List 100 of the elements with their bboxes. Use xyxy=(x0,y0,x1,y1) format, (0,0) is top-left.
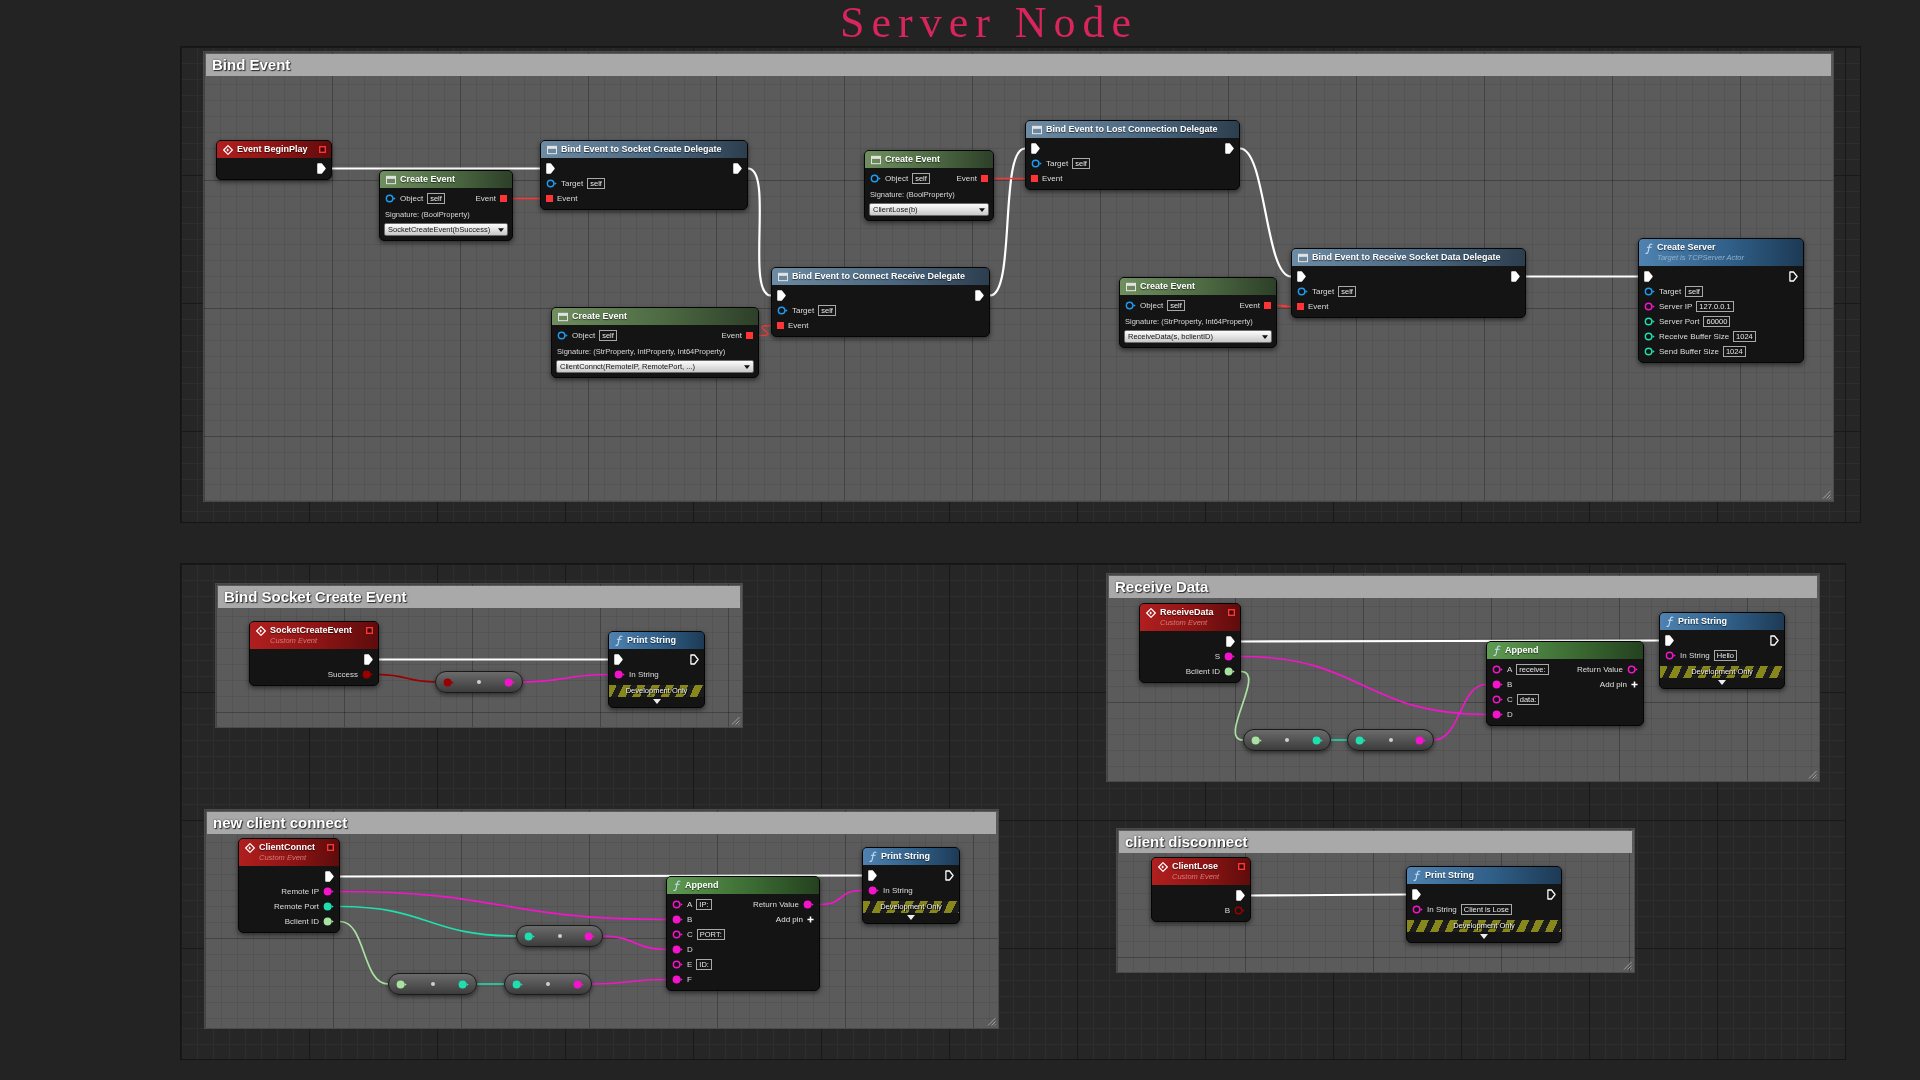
arrow-pin-icon[interactable] xyxy=(690,654,699,665)
arrow-pin-icon[interactable] xyxy=(1770,635,1779,646)
circle-pin-icon[interactable] xyxy=(524,931,535,941)
resize-grip-icon[interactable] xyxy=(1623,961,1632,970)
circle-pin-icon[interactable] xyxy=(672,975,683,984)
arrow-pin-icon[interactable] xyxy=(1226,636,1235,647)
arrow-pin-icon[interactable] xyxy=(733,163,742,174)
delegate-wire xyxy=(993,177,1026,180)
circle-pin-icon[interactable] xyxy=(777,306,788,315)
table-icon xyxy=(871,154,881,165)
arrow-pin-icon[interactable] xyxy=(317,163,326,174)
circle-pin-icon[interactable] xyxy=(323,917,334,926)
circle-pin-icon[interactable] xyxy=(1627,665,1638,674)
circle-pin-icon[interactable] xyxy=(1492,680,1503,689)
square-pin-icon[interactable] xyxy=(327,844,334,851)
circle-pin-icon[interactable] xyxy=(458,979,469,989)
resize-grip-icon[interactable] xyxy=(1822,490,1831,499)
arrow-pin-icon[interactable] xyxy=(546,163,555,174)
circle-pin-icon[interactable] xyxy=(672,915,683,924)
event-node[interactable]: Event BeginPlay xyxy=(216,140,332,180)
node-title: ClientConnct xyxy=(259,842,316,853)
conversion-node[interactable] xyxy=(504,973,592,995)
resize-grip-icon[interactable] xyxy=(1808,770,1817,779)
arrow-pin-icon[interactable] xyxy=(1511,271,1520,282)
resize-grip-icon[interactable] xyxy=(987,1017,996,1026)
circle-pin-icon[interactable] xyxy=(1644,317,1655,326)
caret-icon xyxy=(1262,334,1268,339)
dot-icon xyxy=(1388,738,1393,742)
arrow-pin-icon[interactable] xyxy=(975,290,984,301)
arrow-pin-icon[interactable] xyxy=(364,654,373,665)
data-wire xyxy=(378,673,436,683)
arrow-pin-icon[interactable] xyxy=(1789,271,1798,282)
arrow-pin-icon[interactable] xyxy=(1547,889,1556,900)
circle-pin-icon[interactable] xyxy=(1224,652,1235,661)
caret-icon[interactable] xyxy=(1718,680,1726,685)
circle-pin-icon[interactable] xyxy=(1492,695,1503,704)
plus-icon xyxy=(807,916,814,923)
circle-pin-icon[interactable] xyxy=(1251,735,1262,745)
circle-pin-icon[interactable] xyxy=(1031,159,1042,168)
circle-pin-icon[interactable] xyxy=(870,174,881,183)
circle-pin-icon[interactable] xyxy=(557,331,568,340)
arrow-pin-icon[interactable] xyxy=(1644,271,1653,282)
arrow-pin-icon[interactable] xyxy=(1236,890,1245,901)
function-icon xyxy=(1413,870,1421,881)
circle-pin-icon[interactable] xyxy=(512,979,523,989)
caret-icon[interactable] xyxy=(652,699,661,704)
pin-label: Bclient ID xyxy=(284,916,319,927)
arrow-pin-icon[interactable] xyxy=(325,871,334,882)
arrow-pin-icon[interactable] xyxy=(1297,271,1306,282)
caret-icon[interactable] xyxy=(907,915,915,920)
circle-pin-icon[interactable] xyxy=(672,900,683,909)
circle-pin-icon[interactable] xyxy=(1492,665,1503,674)
circle-pin-icon[interactable] xyxy=(868,886,879,895)
arrow-pin-icon[interactable] xyxy=(1665,635,1674,646)
diamond-icon xyxy=(1158,862,1168,872)
square-pin-icon[interactable] xyxy=(319,146,326,153)
table-icon xyxy=(558,311,568,322)
circle-pin-icon[interactable] xyxy=(396,979,407,989)
circle-pin-icon[interactable] xyxy=(1312,735,1323,745)
circle-pin-icon[interactable] xyxy=(614,670,625,679)
comment-title: client disconnect xyxy=(1119,831,1632,853)
circle-pin-icon[interactable] xyxy=(1665,651,1676,660)
circle-pin-icon[interactable] xyxy=(672,960,683,969)
arrow-pin-icon[interactable] xyxy=(868,870,877,881)
circle-pin-icon[interactable] xyxy=(1412,905,1423,914)
circle-pin-icon[interactable] xyxy=(672,930,683,939)
resize-grip-icon[interactable] xyxy=(731,716,740,725)
conversion-node[interactable] xyxy=(516,925,603,947)
arrow-pin-icon[interactable] xyxy=(614,654,623,665)
circle-pin-icon[interactable] xyxy=(1125,301,1136,310)
circle-pin-icon[interactable] xyxy=(1644,347,1655,356)
arrow-pin-icon[interactable] xyxy=(777,290,786,301)
circle-pin-icon[interactable] xyxy=(1355,735,1366,745)
circle-pin-icon[interactable] xyxy=(1644,332,1655,341)
arrow-pin-icon[interactable] xyxy=(1031,143,1040,154)
conversion-node[interactable] xyxy=(388,973,477,995)
circle-pin-icon[interactable] xyxy=(1644,287,1655,296)
circle-pin-icon[interactable] xyxy=(1297,287,1308,296)
arrow-pin-icon[interactable] xyxy=(1412,889,1421,900)
circle-pin-icon[interactable] xyxy=(803,900,814,909)
add-pin-button[interactable]: Add pin xyxy=(1599,679,1638,690)
arrow-pin-icon[interactable] xyxy=(945,870,954,881)
circle-pin-icon[interactable] xyxy=(1492,710,1503,719)
add-pin-button[interactable]: Add pin xyxy=(775,914,814,925)
circle-pin-icon[interactable] xyxy=(323,887,334,896)
conversion-node[interactable] xyxy=(1243,729,1331,751)
square-pin-icon[interactable] xyxy=(1228,609,1235,616)
square-pin-icon[interactable] xyxy=(1238,863,1245,870)
arrow-pin-icon[interactable] xyxy=(1225,143,1234,154)
function-icon xyxy=(1645,243,1653,254)
circle-pin-icon[interactable] xyxy=(323,902,334,911)
circle-pin-icon[interactable] xyxy=(546,179,557,188)
circle-pin-icon[interactable] xyxy=(385,194,396,203)
caret-icon[interactable] xyxy=(1480,934,1488,939)
square-pin-icon[interactable] xyxy=(366,627,373,634)
circle-pin-icon[interactable] xyxy=(672,945,683,954)
conversion-node[interactable] xyxy=(1347,729,1434,751)
circle-pin-icon[interactable] xyxy=(1224,667,1235,676)
circle-pin-icon[interactable] xyxy=(1644,302,1655,311)
pin-label: E xyxy=(687,959,693,970)
